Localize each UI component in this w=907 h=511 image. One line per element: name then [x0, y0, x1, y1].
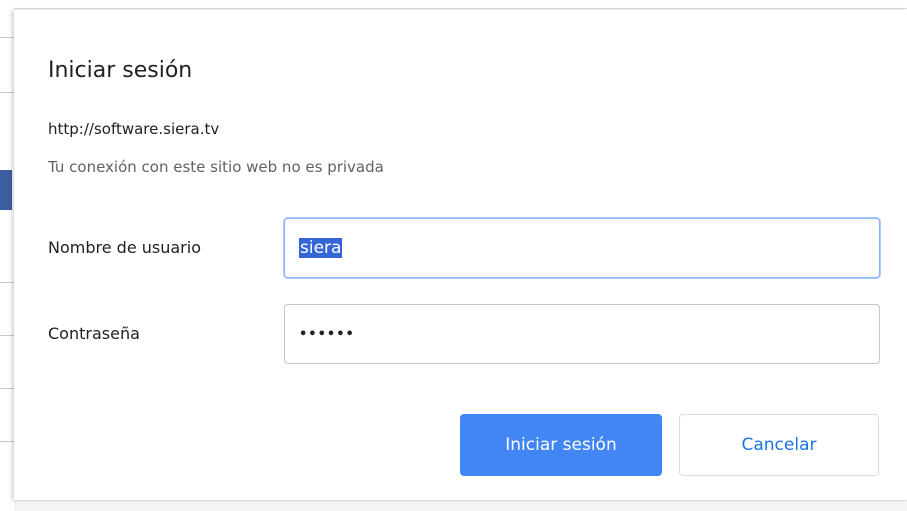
cancel-button[interactable]: Cancelar [679, 414, 879, 476]
background-divider [0, 441, 14, 442]
screen: Iniciar sesión http://software.siera.tv … [0, 0, 907, 511]
background-divider [0, 388, 14, 389]
background-divider [0, 335, 14, 336]
username-input[interactable]: siera [284, 218, 880, 278]
background-divider [0, 37, 14, 38]
background-divider [0, 92, 14, 93]
password-value: •••••• [299, 326, 355, 342]
sign-in-button[interactable]: Iniciar sesión [460, 414, 662, 476]
password-input[interactable]: •••••• [284, 304, 880, 364]
site-url: http://software.siera.tv [48, 120, 220, 138]
background-highlight [0, 170, 12, 210]
password-label: Contraseña [48, 324, 140, 343]
username-label: Nombre de usuario [48, 238, 201, 257]
background-top-border [14, 8, 907, 9]
background-divider [0, 282, 14, 283]
privacy-warning: Tu conexión con este sitio web no es pri… [48, 158, 384, 176]
background-bottom-strip [14, 500, 907, 511]
dialog-title: Iniciar sesión [48, 58, 193, 83]
login-dialog: Iniciar sesión http://software.siera.tv … [14, 10, 907, 500]
username-value: siera [299, 238, 343, 258]
